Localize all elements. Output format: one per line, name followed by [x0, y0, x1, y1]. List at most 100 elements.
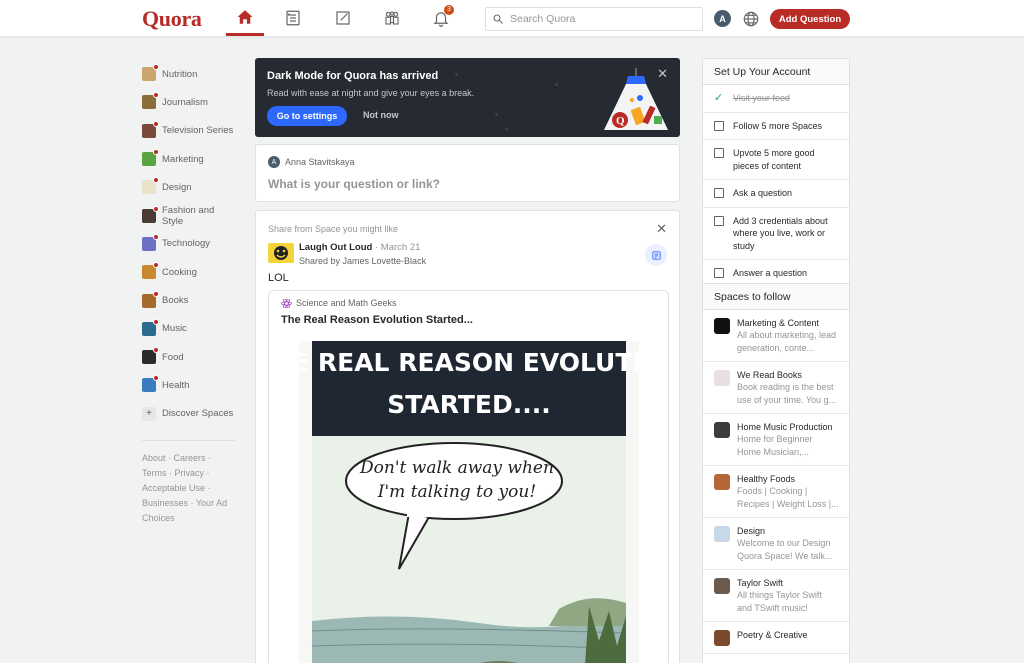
- space-name[interactable]: Home Music Production: [737, 421, 839, 433]
- sidebar-item-marketing[interactable]: Marketing: [142, 145, 237, 173]
- space-name-text[interactable]: Laugh Out Loud: [299, 242, 372, 253]
- quora-logo[interactable]: Quora: [142, 6, 202, 32]
- space-suggestion[interactable]: We Read Books Book reading is the best us…: [703, 362, 849, 414]
- comic-speech-2: I'm talking to you!: [377, 482, 536, 502]
- space-name[interactable]: Design: [737, 525, 839, 537]
- sidebar-item-cooking[interactable]: Cooking: [142, 258, 237, 286]
- footer-link[interactable]: Businesses: [142, 498, 188, 508]
- search-input[interactable]: [510, 13, 690, 25]
- unread-dot: [153, 290, 159, 297]
- inner-space[interactable]: Science and Math Geeks: [281, 298, 397, 308]
- sidebar-item-label: Technology: [162, 238, 211, 250]
- checkbox[interactable]: [714, 268, 724, 278]
- nav-following[interactable]: [274, 0, 312, 36]
- sidebar-item-health[interactable]: Health: [142, 371, 237, 399]
- ask-question-box[interactable]: A Anna Stavitskaya What is your question…: [255, 144, 680, 202]
- sidebar-item-technology[interactable]: Technology: [142, 230, 237, 258]
- banner-description: Read with ease at night and give your ey…: [267, 88, 475, 98]
- unread-dot: [153, 205, 159, 212]
- sidebar-item-books[interactable]: Books: [142, 286, 237, 314]
- space-name[interactable]: Healthy Foods: [737, 473, 839, 485]
- setup-task[interactable]: Ask a question: [703, 180, 849, 208]
- unread-dot: [153, 120, 159, 127]
- unread-dot: [153, 149, 159, 156]
- sidebar-item-label: Books: [162, 295, 189, 307]
- go-to-settings-button[interactable]: Go to settings: [267, 106, 347, 126]
- checkbox[interactable]: [714, 188, 724, 198]
- search-box[interactable]: [485, 7, 703, 31]
- plus-icon: +: [142, 406, 156, 421]
- space-avatar-icon: [714, 630, 730, 646]
- sidebar-item-music[interactable]: Music: [142, 315, 237, 343]
- space-description: All about marketing, lead generation, co…: [737, 330, 837, 353]
- notification-count-badge: 3: [444, 5, 454, 15]
- setup-task[interactable]: Follow 5 more Spaces: [703, 113, 849, 140]
- post-text: LOL: [268, 272, 289, 284]
- checkbox[interactable]: [714, 148, 724, 158]
- sidebar-item-television-series[interactable]: Television Series: [142, 117, 237, 145]
- discover-spaces-link[interactable]: + Discover Spaces: [142, 400, 237, 428]
- shared-question-card[interactable]: Science and Math Geeks The Real Reason E…: [268, 290, 669, 663]
- space-suggestion[interactable]: Poetry & Creative: [703, 622, 849, 654]
- shared-by: Shared by James Lovette-Black: [299, 256, 427, 266]
- space-description: Book reading is the best use of your tim…: [737, 382, 837, 405]
- add-question-button[interactable]: Add Question: [770, 9, 850, 29]
- sidebar-item-nutrition[interactable]: Nutrition: [142, 60, 237, 88]
- profile-avatar[interactable]: A: [714, 10, 731, 27]
- space-description: Home for Beginner Home Musician,...: [737, 434, 813, 457]
- space-suggestion[interactable]: Healthy Foods Foods | Cooking | Recipes |…: [703, 466, 849, 518]
- nav-notifications[interactable]: 3: [422, 0, 460, 36]
- setup-task[interactable]: Add 3 credentials about where you live, …: [703, 208, 849, 260]
- nav-home[interactable]: [226, 0, 264, 36]
- footer-separator: ·: [204, 467, 210, 478]
- comic-image[interactable]: THE REAL REASON EVOLUTION STARTED.... Do…: [299, 341, 639, 663]
- sidebar-item-label: Food: [162, 351, 184, 363]
- space-name[interactable]: Taylor Swift: [737, 577, 839, 589]
- nav-answer[interactable]: [324, 0, 362, 36]
- space-name[interactable]: We Read Books: [737, 369, 839, 381]
- sidebar-item-label: Health: [162, 379, 190, 391]
- space-suggestion[interactable]: Taylor Swift All things Taylor Swift and …: [703, 570, 849, 622]
- sidebar-item-label: Design: [162, 181, 192, 193]
- not-now-button[interactable]: Not now: [363, 110, 399, 120]
- footer-link[interactable]: Acceptable Use: [142, 483, 205, 493]
- user-avatar: A: [268, 156, 280, 168]
- sidebar-item-label: Journalism: [162, 96, 208, 108]
- sidebar-item-fashion-and-style[interactable]: Fashion and Style: [142, 201, 237, 229]
- space-name[interactable]: Poetry & Creative: [737, 629, 808, 641]
- globe-icon[interactable]: [742, 10, 760, 28]
- checkbox[interactable]: [714, 120, 724, 131]
- sidebar-item-food[interactable]: Food: [142, 343, 237, 371]
- space-suggestion[interactable]: Home Music Production Home for Beginner H…: [703, 414, 849, 466]
- space-thumbnail-icon: [142, 149, 159, 167]
- footer-link[interactable]: Privacy: [175, 468, 205, 478]
- space-thumbnail-icon: [142, 64, 159, 82]
- laugh-out-loud-logo[interactable]: [268, 243, 294, 263]
- sidebar-item-label: Fashion and Style: [162, 204, 215, 227]
- space-name[interactable]: Marketing & Content: [737, 317, 839, 329]
- close-icon[interactable]: ✕: [656, 221, 667, 237]
- space-suggestion[interactable]: Marketing & Content All about marketing, …: [703, 310, 849, 362]
- feed-post: Share from Space you might like ✕ Laugh …: [255, 210, 680, 663]
- space-suggestion[interactable]: Design Welcome to our Design Quora Space!…: [703, 518, 849, 570]
- sidebar-item-label: Marketing: [162, 153, 204, 165]
- question-prompt[interactable]: What is your question or link?: [268, 177, 440, 191]
- atom-icon: [281, 298, 292, 308]
- footer-link[interactable]: Careers: [174, 453, 206, 463]
- question-title[interactable]: The Real Reason Evolution Started...: [281, 314, 473, 326]
- nav-spaces[interactable]: [373, 0, 411, 36]
- discover-spaces-label: Discover Spaces: [162, 408, 234, 420]
- setup-task-label: Ask a question: [733, 188, 793, 198]
- setup-task[interactable]: ✓ Visit your feed: [703, 85, 849, 113]
- unread-dot: [153, 375, 159, 382]
- post-space-name[interactable]: Laugh Out Loud · March 21: [299, 242, 420, 253]
- footer-link[interactable]: About: [142, 453, 166, 463]
- setup-task[interactable]: Upvote 5 more good pieces of content: [703, 140, 849, 180]
- checkbox[interactable]: [714, 215, 724, 226]
- unread-dot: [153, 318, 159, 325]
- follow-space-button[interactable]: [645, 244, 667, 266]
- sidebar-item-journalism[interactable]: Journalism: [142, 88, 237, 116]
- space-description: All things Taylor Swift and TSwift music…: [737, 590, 822, 613]
- sidebar-item-design[interactable]: Design: [142, 173, 237, 201]
- footer-link[interactable]: Terms: [142, 468, 167, 478]
